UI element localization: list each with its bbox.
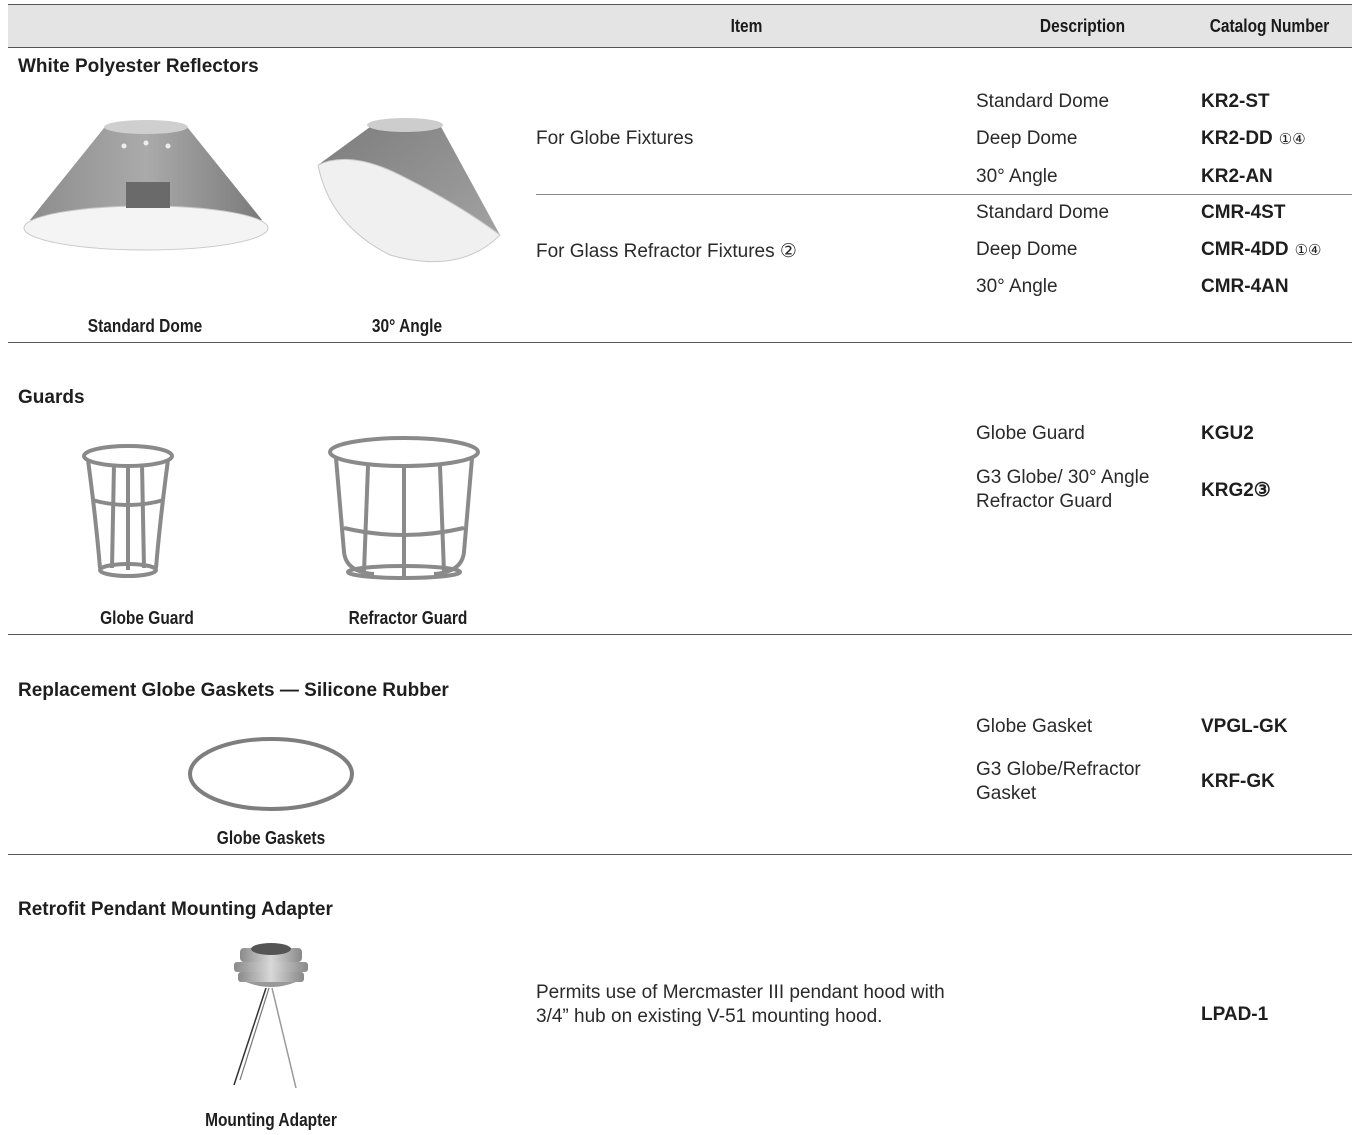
mounting-adapter-image bbox=[233, 943, 308, 1089]
globe-guard-image bbox=[82, 444, 174, 578]
footnote-markers: ①④ bbox=[1294, 242, 1322, 259]
desc-globe-guard: Globe Guard bbox=[976, 423, 1085, 444]
catalog-vpgl-gk: VPGL-GK bbox=[1201, 716, 1288, 737]
desc-g3-gasket: G3 Globe/Refractor Gasket bbox=[976, 759, 1141, 804]
catalog-krf-gk: KRF-GK bbox=[1201, 771, 1275, 792]
section-divider bbox=[8, 342, 1352, 343]
header-description: Description bbox=[1039, 16, 1126, 36]
catalog-kr2-an: KR2-AN bbox=[1201, 166, 1273, 187]
item-for-globe-fixtures: For Globe Fixtures bbox=[536, 128, 694, 149]
section-title-adapter: Retrofit Pendant Mounting Adapter bbox=[18, 899, 333, 920]
caption-refractor-guard: Refractor Guard bbox=[348, 608, 468, 628]
section-divider bbox=[8, 854, 1352, 855]
caption-globe-gaskets: Globe Gaskets bbox=[216, 828, 326, 848]
catalog-cmr-4dd: CMR-4DD ①④ bbox=[1201, 239, 1322, 260]
section-title-guards: Guards bbox=[18, 387, 85, 408]
group-divider bbox=[536, 194, 1352, 195]
catalog-cmr-4st: CMR-4ST bbox=[1201, 202, 1286, 223]
caption-standard-dome: Standard Dome bbox=[87, 316, 203, 336]
catalog-lpad-1: LPAD-1 bbox=[1201, 1004, 1269, 1025]
desc-deep-dome-2: Deep Dome bbox=[976, 239, 1078, 260]
section-divider bbox=[8, 634, 1352, 635]
desc-standard-dome-1: Standard Dome bbox=[976, 91, 1110, 112]
standard-dome-reflector-image bbox=[23, 120, 269, 251]
header-item: Item bbox=[730, 16, 763, 36]
header-catalog-number: Catalog Number bbox=[1209, 16, 1330, 36]
caption-mounting-adapter: Mounting Adapter bbox=[205, 1110, 337, 1130]
catalog-krg2: KRG2③ bbox=[1201, 480, 1271, 501]
item-for-glass-refractor-fixtures: For Glass Refractor Fixtures ② bbox=[536, 241, 797, 262]
caption-30-angle: 30° Angle bbox=[371, 316, 443, 336]
caption-globe-guard: Globe Guard bbox=[100, 608, 194, 628]
desc-standard-dome-2: Standard Dome bbox=[976, 202, 1110, 223]
section-title-gaskets: Replacement Globe Gaskets — Silicone Rub… bbox=[18, 680, 449, 701]
catalog-cmr-4an: CMR-4AN bbox=[1201, 276, 1289, 297]
desc-deep-dome-1: Deep Dome bbox=[976, 128, 1078, 149]
desc-globe-gasket: Globe Gasket bbox=[976, 716, 1093, 737]
catalog-kgu2: KGU2 bbox=[1201, 423, 1254, 444]
refractor-guard-image bbox=[328, 436, 480, 580]
catalog-kr2-dd: KR2-DD ①④ bbox=[1201, 128, 1306, 149]
desc-30-angle-1: 30° Angle bbox=[976, 166, 1058, 187]
footnote-markers: ①④ bbox=[1278, 131, 1306, 148]
table-header: Item Description Catalog Number bbox=[8, 4, 1352, 48]
item-adapter-description: Permits use of Mercmaster III pendant ho… bbox=[536, 982, 945, 1027]
desc-30-angle-2: 30° Angle bbox=[976, 276, 1058, 297]
catalog-kr2-st: KR2-ST bbox=[1201, 91, 1270, 112]
section-title-reflectors: White Polyester Reflectors bbox=[18, 56, 259, 77]
globe-gasket-image bbox=[188, 737, 354, 811]
desc-refractor-guard: G3 Globe/ 30° Angle Refractor Guard bbox=[976, 467, 1150, 512]
angle-reflector-image bbox=[317, 118, 501, 263]
